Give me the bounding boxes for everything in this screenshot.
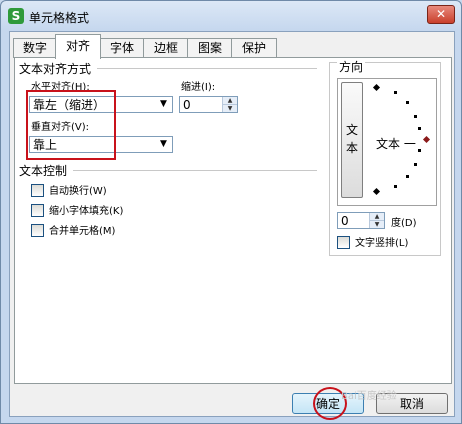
tab-pattern[interactable]: 图案 [187, 38, 233, 58]
wrap-text-label: 自动换行(W) [49, 186, 107, 197]
close-button[interactable]: ✕ [427, 5, 455, 24]
spinner-buttons[interactable]: ▲ ▼ [222, 97, 237, 112]
tab-border[interactable]: 边框 [143, 38, 189, 58]
wrap-text-checkbox[interactable] [31, 184, 44, 197]
orientation-section-label: 方向 [337, 58, 366, 75]
app-icon: S [8, 8, 24, 24]
text-control-section-label: 文本控制 [19, 164, 68, 178]
dot-icon [394, 185, 397, 188]
angle-pointer-icon [422, 135, 431, 144]
tab-alignment[interactable]: 对齐 [55, 34, 101, 59]
dialog-window: S 单元格格式 ✕ 数字 对齐 字体 边框 图案 保护 文本对齐方式 水平对齐(… [0, 0, 462, 424]
degree-label: 度(D) [391, 218, 417, 229]
indent-spinner[interactable]: 0 ▲ ▼ [179, 96, 238, 113]
shrink-to-fit-label: 缩小字体填充(K) [49, 206, 124, 217]
dialog-client: 数字 对齐 字体 边框 图案 保护 文本对齐方式 水平对齐(H): 靠左（缩进）… [9, 31, 455, 420]
degree-spinner[interactable]: 0 ▲ ▼ [337, 212, 385, 229]
vertical-layout-label: 文字竖排(L) [355, 238, 409, 249]
text-align-section-label: 文本对齐方式 [19, 62, 92, 76]
tab-number[interactable]: 数字 [13, 38, 57, 58]
vertical-layout-checkbox[interactable] [337, 236, 350, 249]
dot-icon [418, 127, 421, 130]
orientation-marker-icon [372, 187, 381, 196]
dot-icon [414, 163, 417, 166]
indent-label: 缩进(I): [181, 82, 216, 93]
title-bar[interactable]: S 单元格格式 ✕ [1, 1, 461, 31]
shrink-to-fit-checkbox[interactable] [31, 204, 44, 217]
spin-up-icon[interactable]: ▲ [223, 97, 237, 105]
dot-icon [414, 115, 417, 118]
spinner-buttons[interactable]: ▲ ▼ [369, 213, 384, 228]
dot-icon [394, 91, 397, 94]
dot-icon [406, 101, 409, 104]
orientation-dial[interactable]: 文 本 文本 一 [337, 78, 437, 206]
indent-value: 0 [183, 98, 191, 112]
alignment-panel: 文本对齐方式 水平对齐(H): 靠左（缩进） ▼ 缩进(I): 0 ▲ ▼ 垂直… [14, 57, 452, 384]
dot-icon [418, 149, 421, 152]
vertical-text-button[interactable]: 文 本 [341, 82, 363, 198]
merge-cells-label: 合并单元格(M) [49, 226, 116, 237]
tab-protection[interactable]: 保护 [231, 38, 277, 58]
chevron-down-icon[interactable]: ▼ [156, 98, 171, 111]
tab-font[interactable]: 字体 [99, 38, 145, 58]
watermark: Bai百度经验 [341, 391, 397, 402]
orientation-marker-icon [372, 83, 381, 92]
spin-up-icon[interactable]: ▲ [370, 213, 384, 221]
orientation-text-label: 文本 一 [376, 137, 416, 151]
spin-down-icon[interactable]: ▼ [370, 221, 384, 228]
merge-cells-checkbox[interactable] [31, 224, 44, 237]
section-divider [73, 170, 317, 171]
degree-value: 0 [341, 214, 349, 228]
highlight-box [26, 90, 116, 160]
chevron-down-icon[interactable]: ▼ [156, 138, 171, 151]
section-divider [97, 68, 317, 69]
spin-down-icon[interactable]: ▼ [223, 105, 237, 112]
dialog-title: 单元格格式 [29, 11, 90, 25]
dot-icon [406, 175, 409, 178]
